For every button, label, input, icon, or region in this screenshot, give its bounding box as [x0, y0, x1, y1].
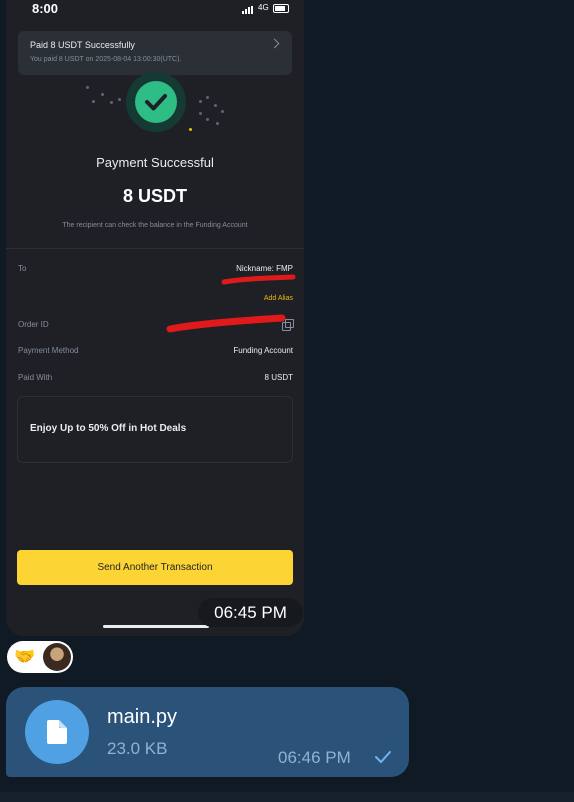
notification-subtitle: You paid 8 USDT on 2025-08-04 13:00:30(U…: [30, 56, 182, 63]
reactor-avatar[interactable]: [43, 643, 71, 671]
sparkle-dot: [118, 98, 121, 101]
promo-text: Enjoy Up to 50% Off in Hot Deals: [30, 423, 187, 434]
sparkle-dot: [86, 86, 89, 89]
phone-status-bar: 8:00 4G: [6, 0, 304, 20]
message-timestamp: 06:46 PM: [278, 748, 351, 767]
payment-screenshot: 8:00 4G Paid 8 USDT Successfully You pai…: [6, 0, 304, 636]
sparkle-dot: [206, 118, 209, 121]
redaction-mark: [166, 314, 286, 333]
sparkle-dot: [221, 110, 224, 113]
message-timestamp: 06:45 PM: [198, 598, 303, 627]
reaction-bar[interactable]: 🤝: [7, 641, 73, 673]
payment-method-value: Funding Account: [233, 346, 293, 355]
to-label: To: [18, 264, 27, 273]
sparkle-dot: [101, 93, 104, 96]
sparkle-dot: [110, 101, 113, 104]
payment-title: Payment Successful: [96, 155, 214, 170]
payment-notification: Paid 8 USDT Successfully You paid 8 USDT…: [18, 31, 292, 75]
add-alias-link: Add Alias: [263, 295, 293, 302]
sparkle-dot: [92, 100, 95, 103]
paid-with-label: Paid With: [18, 373, 53, 382]
handshake-reaction[interactable]: 🤝: [14, 647, 35, 667]
redaction-mark: [221, 274, 296, 285]
file-message[interactable]: main.py 23.0 KB 06:46 PM: [6, 687, 409, 777]
payment-method-label: Payment Method: [18, 346, 79, 355]
check-icon: [375, 751, 391, 763]
sparkle-dot: [199, 100, 202, 103]
order-id-label: Order ID: [18, 320, 49, 329]
composer-edge: [0, 792, 574, 802]
image-message[interactable]: 8:00 4G Paid 8 USDT Successfully You pai…: [6, 0, 304, 636]
file-icon[interactable]: [25, 700, 89, 764]
sparkle-dot: [216, 122, 219, 125]
sparkle-dot: [189, 128, 192, 131]
sparkle-dot: [214, 104, 217, 107]
checkmark-icon: [135, 81, 177, 123]
promo-card: Enjoy Up to 50% Off in Hot Deals: [17, 396, 293, 463]
status-time: 8:00: [32, 1, 59, 16]
sparkle-dot: [199, 112, 202, 115]
payment-amount: 8 USDT: [122, 186, 187, 206]
file-size: 23.0 KB: [107, 739, 168, 758]
to-value: Nickname: FMP: [236, 264, 293, 273]
copy-icon: [282, 319, 294, 331]
payment-note: The recipient can check the balance in t…: [62, 222, 248, 229]
signal-icon: [242, 6, 255, 14]
chevron-right-icon: [269, 38, 280, 49]
paid-with-value: 8 USDT: [264, 373, 293, 382]
home-indicator: [103, 625, 209, 628]
battery-icon: [273, 4, 289, 13]
success-badge: [126, 72, 186, 132]
network-label: 4G: [258, 3, 269, 12]
send-another-transaction-button: Send Another Transaction: [17, 550, 293, 585]
divider: [6, 248, 304, 249]
sparkle-dot: [206, 96, 209, 99]
file-name[interactable]: main.py: [107, 706, 177, 729]
notification-title: Paid 8 USDT Successfully: [30, 40, 135, 50]
